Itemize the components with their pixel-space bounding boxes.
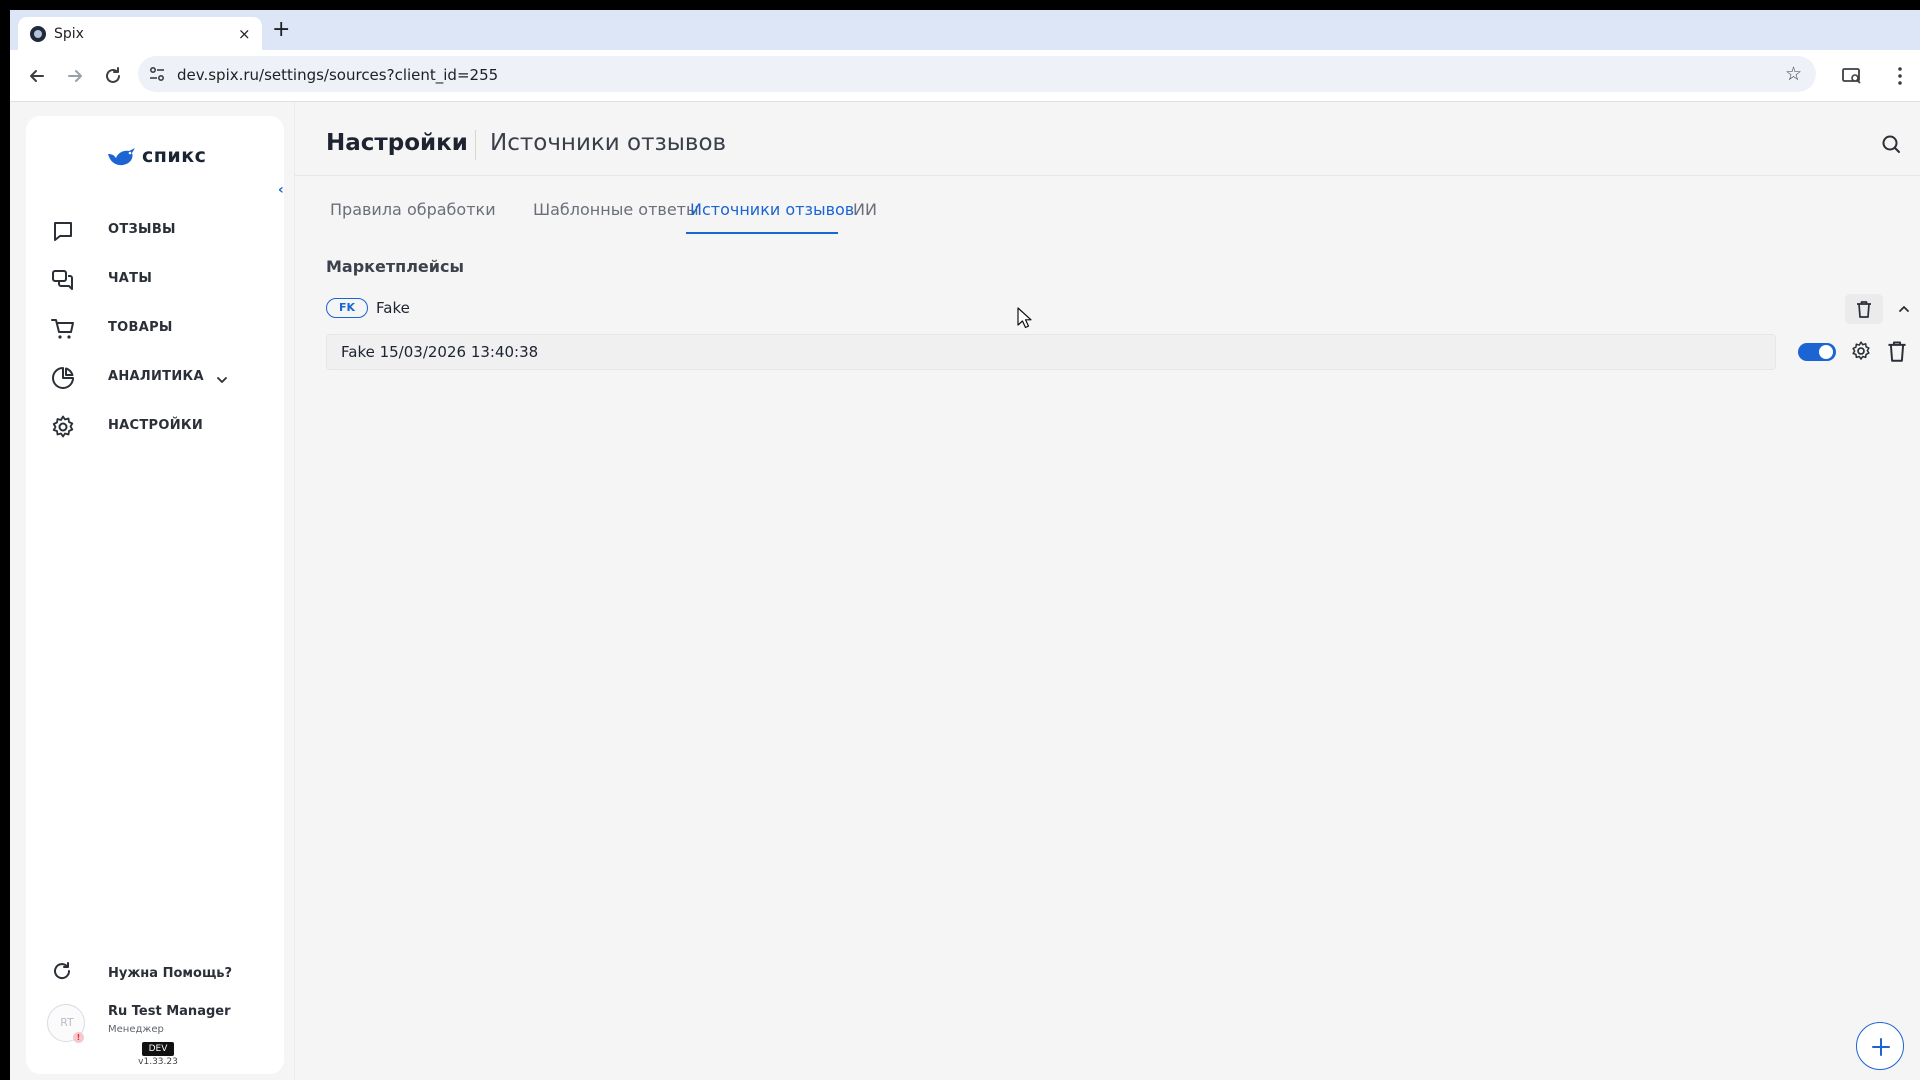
site-settings-icon[interactable] [148, 65, 166, 83]
browser-window: Spix × + dev.spix.ru/settings/sources?cl… [10, 10, 1920, 1080]
tab-ai[interactable]: ИИ [853, 200, 877, 219]
tab-review-sources[interactable]: Источники отзывов [690, 200, 854, 219]
sidebar: спикс ‹ ОТЗЫВЫ ЧАТЫ ТОВАРЫ АНАЛИТИКА НАС… [26, 116, 284, 1074]
sidebar-item-label: ЧАТЫ [108, 271, 153, 286]
env-badge: DEV [142, 1042, 174, 1056]
bookmark-star-icon[interactable]: ☆ [1785, 63, 1802, 85]
new-tab-button[interactable]: + [272, 18, 290, 42]
url-text: dev.spix.ru/settings/sources?client_id=2… [177, 66, 499, 84]
delete-source-trash-icon[interactable] [1886, 340, 1908, 362]
source-group-header: FK Fake [326, 294, 1909, 326]
search-icon[interactable] [1879, 132, 1903, 156]
tab-template-answers[interactable]: Шаблонные ответы [533, 200, 699, 219]
add-source-button[interactable] [1856, 1022, 1904, 1070]
user-role: Менеджер [108, 1024, 164, 1035]
help-link[interactable]: Нужна Помощь? [26, 956, 284, 992]
trash-icon [1857, 301, 1871, 318]
chat-icon [50, 267, 76, 293]
square-icon [50, 218, 76, 244]
back-icon[interactable] [24, 63, 50, 89]
logo-text: спикс [142, 145, 207, 167]
tab-strip: Spix × + [10, 10, 1920, 50]
logo[interactable]: спикс [106, 144, 226, 172]
sidebar-item-label: НАСТРОЙКИ [108, 418, 204, 433]
app: спикс ‹ ОТЗЫВЫ ЧАТЫ ТОВАРЫ АНАЛИТИКА НАС… [10, 102, 1920, 1080]
chevron-up-icon[interactable] [1897, 301, 1911, 315]
mouse-cursor-icon [1017, 307, 1033, 329]
cart-icon [50, 316, 76, 342]
gear-icon [50, 414, 76, 440]
help-label: Нужна Помощь? [108, 966, 233, 981]
page-subtitle: Источники отзывов [490, 130, 727, 156]
sidebar-item-chats[interactable]: ЧАТЫ [26, 255, 284, 304]
plus-icon [1872, 1038, 1890, 1056]
sidebar-item-label: ТОВАРЫ [108, 320, 173, 335]
delete-group-button[interactable] [1845, 294, 1883, 324]
app-version: v1.33.23 [138, 1057, 178, 1067]
toggle-knob [1819, 345, 1833, 359]
collapse-sidebar-icon[interactable]: ‹ [278, 182, 292, 198]
source-row-text: Fake 15/03/2026 13:40:38 [341, 343, 539, 361]
tab-processing-rules[interactable]: Правила обработки [330, 200, 496, 219]
tab-title: Spix [54, 26, 84, 42]
user-name: Ru Test Manager [108, 1004, 231, 1019]
main-content: Настройки Источники отзывов Правила обра… [294, 102, 1920, 1080]
user-profile[interactable]: RT ! Ru Test Manager Менеджер DEV v1.33.… [26, 1000, 284, 1067]
sidebar-item-label: АНАЛИТИКА [108, 369, 204, 384]
address-bar[interactable]: dev.spix.ru/settings/sources?client_id=2… [138, 56, 1816, 92]
marketplace-name: Fake [376, 299, 410, 317]
sidebar-item-label: ОТЗЫВЫ [108, 222, 176, 237]
alert-badge-icon: ! [73, 1032, 84, 1043]
reload-icon[interactable] [100, 63, 126, 89]
sidebar-nav: ОТЗЫВЫ ЧАТЫ ТОВАРЫ АНАЛИТИКА НАСТРОЙКИ [26, 206, 284, 451]
sidebar-item-settings[interactable]: НАСТРОЙКИ [26, 402, 284, 451]
browser-tab[interactable]: Spix × [18, 17, 262, 50]
sidebar-item-analytics[interactable]: АНАЛИТИКА [26, 353, 284, 402]
favicon-icon [30, 26, 46, 42]
forward-icon[interactable] [62, 63, 88, 89]
page-title: Настройки [326, 130, 468, 156]
source-enabled-toggle[interactable] [1798, 343, 1836, 361]
source-row[interactable]: Fake 15/03/2026 13:40:38 [326, 334, 1776, 370]
source-settings-gear-icon[interactable] [1850, 340, 1872, 362]
sidebar-item-reviews[interactable]: ОТЗЫВЫ [26, 206, 284, 255]
marketplace-badge: FK [326, 298, 368, 318]
close-tab-icon[interactable]: × [238, 25, 251, 43]
header-divider [475, 130, 476, 160]
active-tab-indicator [686, 232, 838, 234]
refresh-help-icon [50, 961, 74, 985]
sidebar-item-products[interactable]: ТОВАРЫ [26, 304, 284, 353]
avatar-initials: RT [60, 1016, 74, 1029]
browser-toolbar: dev.spix.ru/settings/sources?client_id=2… [10, 50, 1920, 102]
pie-chart-icon [50, 365, 76, 391]
section-title: Маркетплейсы [326, 257, 464, 276]
reading-mode-icon[interactable] [1840, 64, 1864, 88]
chevron-down-icon[interactable] [216, 371, 228, 383]
browser-menu-icon[interactable] [1888, 64, 1912, 88]
bird-logo-icon [106, 146, 138, 170]
page-header: Настройки Источники отзывов [295, 102, 1920, 176]
